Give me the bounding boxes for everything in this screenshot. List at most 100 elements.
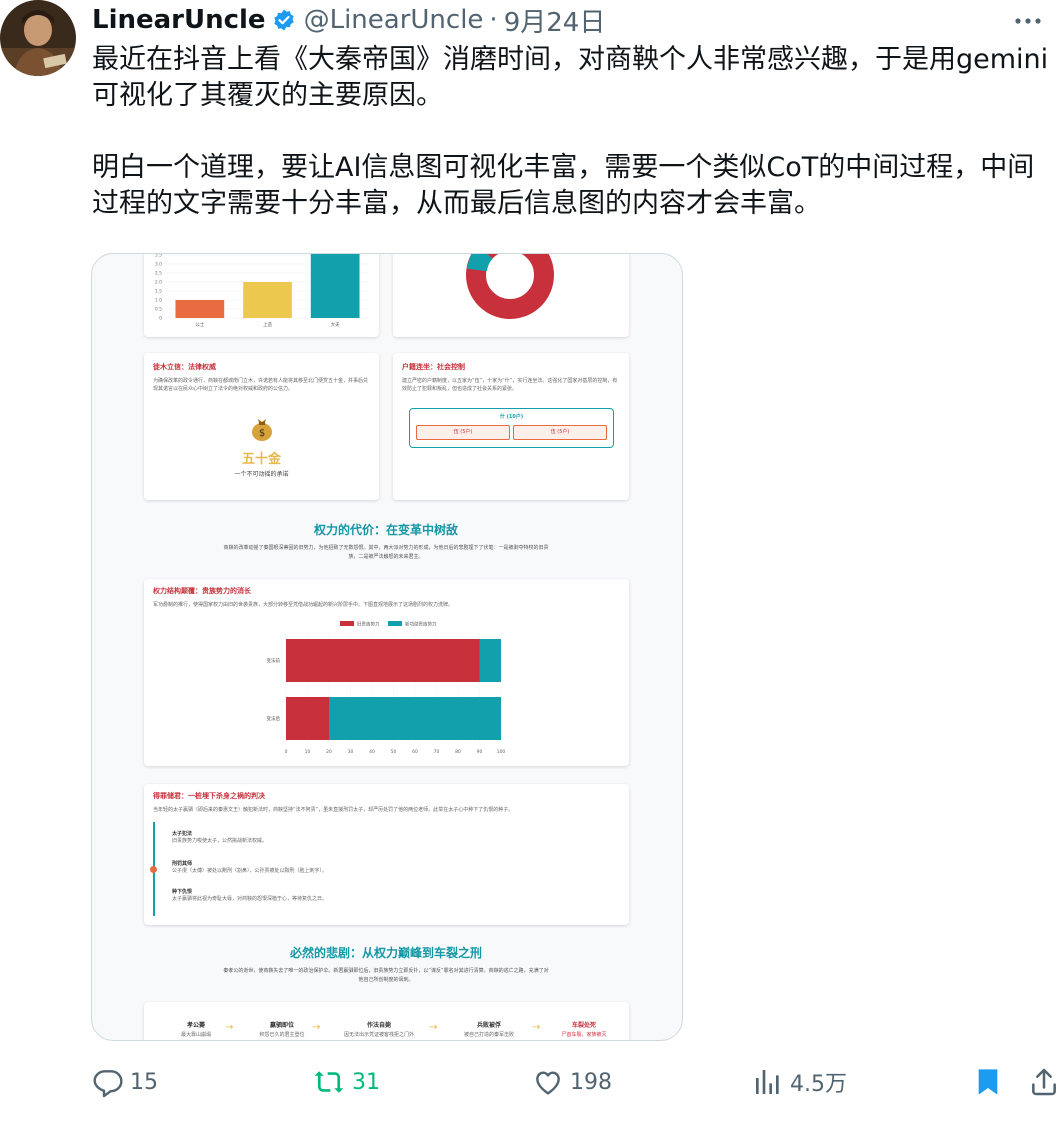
legend-swatch [388,621,402,626]
verified-badge-icon[interactable] [272,8,296,32]
power-structure-card: 权力结构颠覆：贵族势力的消长 军功爵制的推行，使得国家权力由旧的世袭贵族，大部分… [144,579,629,766]
like-count: 198 [570,1069,612,1095]
donut-chart [466,254,554,319]
retweet-icon [312,1066,346,1098]
y-tick-label: 1.5 [155,289,162,295]
timeline-step-2-title: 嬴驷即位 [269,1022,294,1029]
author-name[interactable]: LinearUncle [92,5,266,35]
x-tick-label: 上造 [263,321,272,328]
rank-bar-chart: 4.03.53.02.52.01.51.00.50公士上造大夫 [155,253,369,328]
bookmark-icon [972,1066,1004,1098]
tweet-paragraph-1: 最近在抖音上看《大秦帝国》消磨时间，对商鞅个人非常感兴趣，于是用gemini可视… [92,44,1049,111]
prince-item-3: 种下仇恨 太子嬴驷将此视为奇耻大辱，对商鞅的怨恨深植于心，等待复仇之日。 [172,888,327,903]
y-tick-label: 2.5 [155,271,162,277]
section-desc-power-cost: 商鞅的改革动摇了秦国根深蒂固的旧势力，为他招致了无数怨恨。其中，两大派对势力的形… [223,545,549,560]
bar-旧贵族势力-变法后 [286,697,329,740]
wu-box-left: 伍 (5户) [416,425,510,440]
tweet-date[interactable]: 9月24日 [504,2,606,39]
author-avatar[interactable] [0,0,76,76]
law-card-amount: 五十金 [241,452,281,467]
y-tick-label: 1.0 [155,298,162,304]
household-card-title: 户籍连坐：社会控制 [402,363,465,371]
prince-item-2-desc: 公子虔（太傅）被处以劓刑（割鼻），公孙贾被处以黥刑（脸上刺字）。 [172,868,328,874]
y-tick-label: 3.5 [155,253,162,259]
bar-新功勋贵族势力-变法后 [329,697,501,740]
heart-icon [532,1066,564,1098]
section-desc-tragedy: 秦孝公的逝世，使商鞅失去了唯一的政治保护伞。新君嬴驷即位后，旧贵族势力立即反扑，… [223,968,549,983]
timeline-step-1-desc: 最大靠山崩塌 [180,1032,211,1038]
reply-icon [92,1066,124,1098]
timeline-step-5-title: 车裂处死 [571,1022,596,1029]
household-card-desc: 建立严密的户籍制度，以五家为“伍”，十家为“什”，实行连坐法。这强化了国家对基层… [402,378,618,392]
reply-button[interactable]: 15 [92,1058,158,1106]
tweet-paragraph-2: 明白一个道理，要让AI信息图可视化丰富，需要一个类似CoT的中间过程，中间过程的… [92,152,1035,219]
donut-chart-card [393,254,629,337]
timeline-step-4-title: 兵败被俘 [476,1022,501,1029]
bar-大夫 [310,254,360,318]
law-authority-card: 徙木立信：法律权威 为确保改革的政令通行，商鞅在都城南门立木，许诺若有人能将其移… [144,353,379,500]
like-button[interactable]: 198 [532,1058,612,1106]
x-tick-label: 60 [412,749,418,755]
power-card-desc: 军功爵制的推行，使得国家权力由旧的世袭贵族，大部分转移至凭借战功崛起的新兴阶层手… [153,602,454,608]
timeline-step-5: 车裂处死 尸首车裂，家族被灭 [544,1020,624,1038]
more-icon[interactable] [1008,6,1048,36]
bar-新功勋贵族势力-变法前 [479,639,501,682]
prince-item-1-title: 太子犯法 [172,831,193,837]
timeline-step-3-title: 作法自毙 [366,1022,391,1029]
timeline-step-1: 孝公薨 最大靠山崩塌 [156,1020,236,1038]
offending-prince-card: 得罪储君：一桩埋下杀身之祸的判决 当年轻的太子嬴驷（即后来的秦惠文王）触犯新法时… [144,784,629,925]
prince-item-2: 刑罚其师 公子虔（太傅）被处以劓刑（割鼻），公孙贾被处以黥刑（脸上刺字）。 [172,860,327,875]
legend-label: 旧贵族势力 [357,621,380,628]
timeline-arrow-icon: → [225,1022,234,1033]
moneybag-icon: $ [250,415,274,445]
prince-item-1-desc: 旧贵族势力唆使太子，公然挑战新法权威。 [172,838,268,844]
rank-bar-chart-card: 4.03.53.02.52.01.51.00.50公士上造大夫 [144,253,379,337]
bar-旧贵族势力-变法前 [286,639,480,682]
power-card-title: 权力结构颠覆：贵族势力的消长 [153,587,251,595]
author-handle[interactable]: @LinearUncle [304,5,484,35]
x-tick-label: 80 [455,749,461,755]
timeline-arrow-icon: → [429,1022,438,1033]
x-tick-label: 大夫 [331,321,340,328]
x-tick-label: 10 [305,749,311,755]
x-tick-label: 0 [285,749,288,755]
x-tick-label: 公士 [195,321,204,328]
x-tick-label: 70 [434,749,440,755]
timeline-step-3: 作法自毙 因无法出示凭证被客栈拒之门外 [329,1020,429,1038]
timeline-arrow-icon: → [312,1022,321,1033]
bar-公士 [175,300,225,318]
header-separator: · [489,5,498,35]
prince-card-title: 得罪储君：一桩埋下杀身之祸的判决 [153,792,265,800]
shi-box: 什 (10户) 伍 (5户) 伍 (5户) [409,408,614,448]
x-tick-label: 40 [369,749,375,755]
share-button[interactable] [1028,1058,1060,1106]
y-tick-label: 变法后 [267,715,281,722]
prince-item-1: 太子犯法 旧贵族势力唆使太子，公然挑战新法权威。 [172,830,267,845]
power-stacked-bar-chart: 旧贵族势力 新功勋贵族势力 0 10 20 30 40 50 60 70 80 90 100 变法前变法后 [267,621,506,756]
y-tick-label: 0 [159,316,162,322]
tweet-media-infographic[interactable]: 4.03.53.02.52.01.51.00.50公士上造大夫 徙木立信：法律权… [91,253,683,1041]
timeline-step-1-title: 孝公薨 [186,1022,205,1029]
law-card-title: 徙木立信：法律权威 [153,363,216,371]
retweet-button[interactable]: 31 [312,1058,380,1106]
legend-swatch [340,621,354,626]
retweet-count: 31 [352,1069,380,1095]
x-tick-label: 50 [391,749,397,755]
prince-item-3-desc: 太子嬴驷将此视为奇耻大辱，对商鞅的怨恨深植于心，等待复仇之日。 [172,896,328,902]
x-tick-label: 90 [477,749,483,755]
bookmark-button[interactable] [972,1058,1004,1106]
y-tick-label: 3.0 [155,262,162,268]
section-title-tragedy: 必然的悲剧：从权力巅峰到车裂之刑 [289,946,482,960]
law-card-desc: 为确保改革的政令通行，商鞅在都城南门立木，许诺若有人能将其移至北门便赏五十金，并… [153,378,369,392]
shi-label: 什 (10户) [499,414,524,420]
section-title-power-cost: 权力的代价：在变革中树敌 [313,523,458,537]
views-count: 4.5万 [790,1072,847,1097]
svg-text:$: $ [259,428,265,439]
timeline-step-3-desc: 因无法出示凭证被客栈拒之门外 [343,1032,414,1038]
views-button[interactable]: 4.5万 [752,1058,847,1106]
y-tick-label: 变法前 [267,657,281,664]
legend-label: 新功勋贵族势力 [405,621,437,628]
timeline-step-2-desc: 积怨已久的君主登位 [259,1032,305,1038]
x-tick-label: 100 [497,749,506,755]
timeline-arrow-icon: → [532,1022,541,1033]
